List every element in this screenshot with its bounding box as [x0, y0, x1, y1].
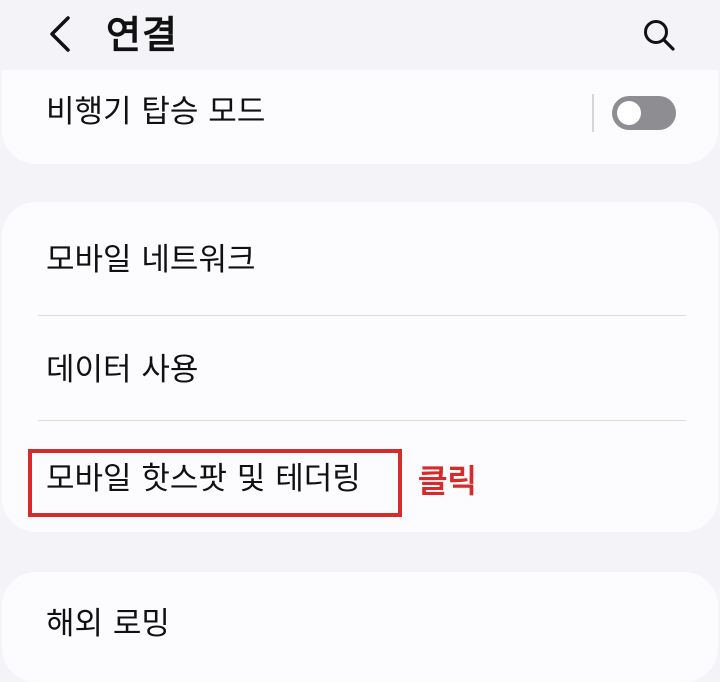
- list-item-label: 데이터 사용: [46, 352, 199, 388]
- airplane-mode-card: 비행기 탑승 모드: [2, 70, 718, 164]
- list-item-mobile-network[interactable]: 모바일 네트워크: [2, 202, 718, 315]
- airplane-mode-row[interactable]: 비행기 탑승 모드: [2, 70, 718, 164]
- back-button[interactable]: [38, 12, 82, 56]
- chevron-left-icon: [50, 16, 70, 52]
- toggle-knob: [617, 101, 641, 125]
- page-title: 연결: [106, 13, 178, 57]
- airplane-mode-label: 비행기 탑승 모드: [46, 94, 266, 130]
- highlight-box: [28, 449, 402, 517]
- list-item-label: 해외 로밍: [46, 606, 170, 642]
- list-item-data-usage[interactable]: 데이터 사용: [2, 316, 718, 420]
- roaming-card: 해외 로밍: [2, 572, 718, 682]
- list-item-roaming[interactable]: 해외 로밍: [2, 572, 718, 682]
- list-item-label: 모바일 네트워크: [46, 242, 256, 278]
- click-annotation: 클릭: [418, 462, 477, 500]
- vertical-divider: [592, 94, 594, 132]
- app-header: 연결: [0, 0, 720, 80]
- search-icon: [644, 20, 675, 51]
- airplane-mode-toggle[interactable]: [612, 96, 676, 130]
- search-button[interactable]: [636, 12, 682, 58]
